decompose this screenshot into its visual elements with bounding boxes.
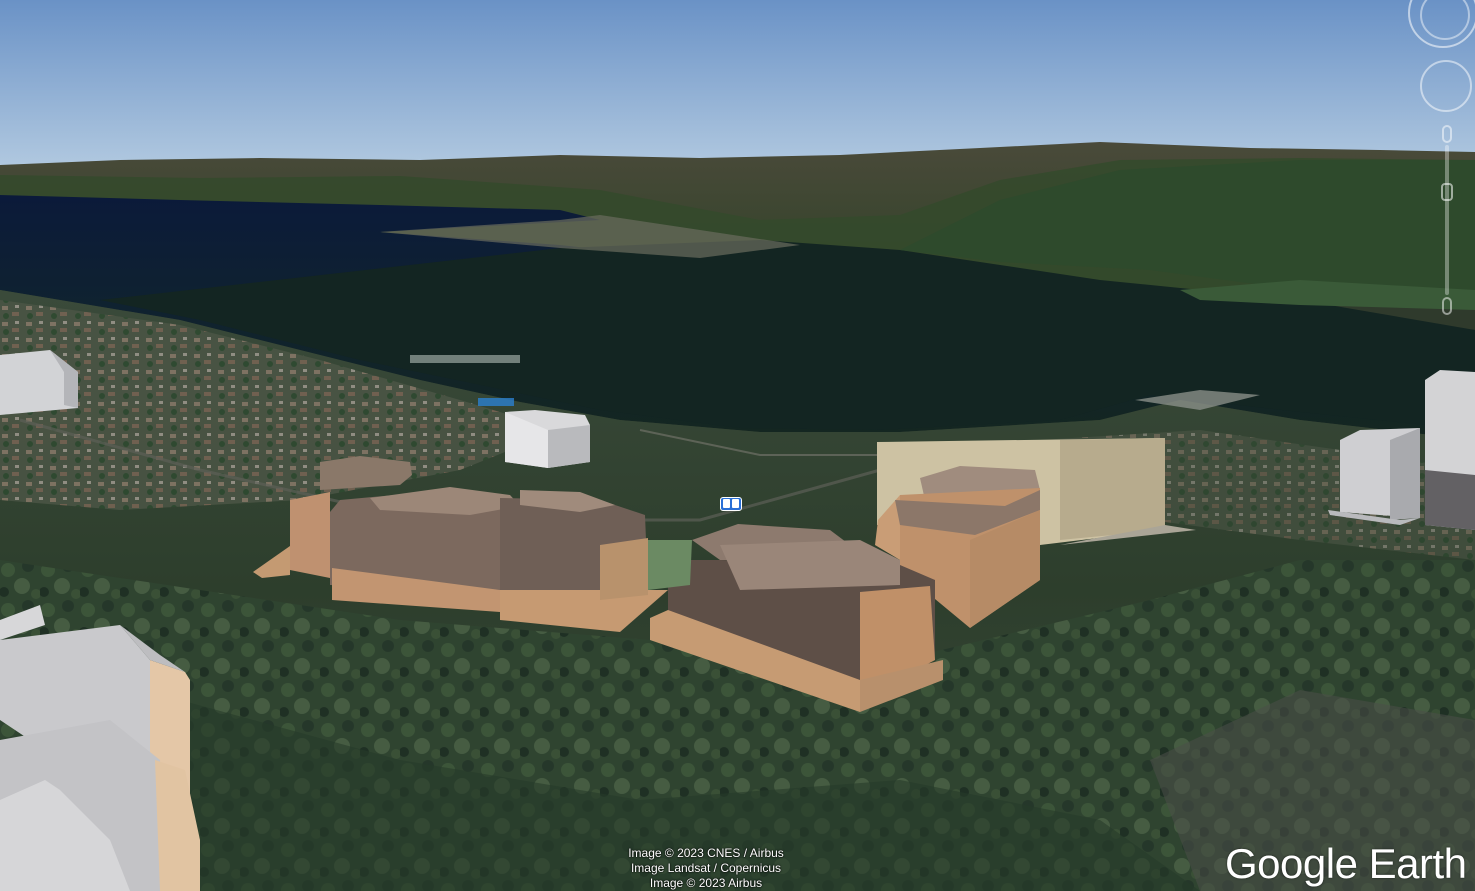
earth-3d-view[interactable] [0,0,1475,891]
attribution-line-3: Image © 2023 Airbus [649,876,763,890]
zoom-out-icon[interactable] [1442,297,1452,315]
attribution-line-2: Image Landsat / Copernicus [630,861,782,875]
attribution-line-1: Image © 2023 CNES / Airbus [628,846,784,860]
zoom-in-icon[interactable] [1442,125,1452,143]
logo-text: Google Earth [1225,840,1467,887]
zoom-handle[interactable] [1441,183,1453,201]
building-white-centre [505,410,590,468]
zoom-track-bar [1445,145,1449,295]
tilt-icon[interactable] [1420,60,1472,112]
imagery-attribution: Image © 2023 CNES / Airbus Image Landsat… [600,846,812,891]
transit-station-icon[interactable] [720,497,742,511]
zoom-slider[interactable] [1441,125,1453,315]
google-earth-logo: Google Earth [1225,840,1475,890]
